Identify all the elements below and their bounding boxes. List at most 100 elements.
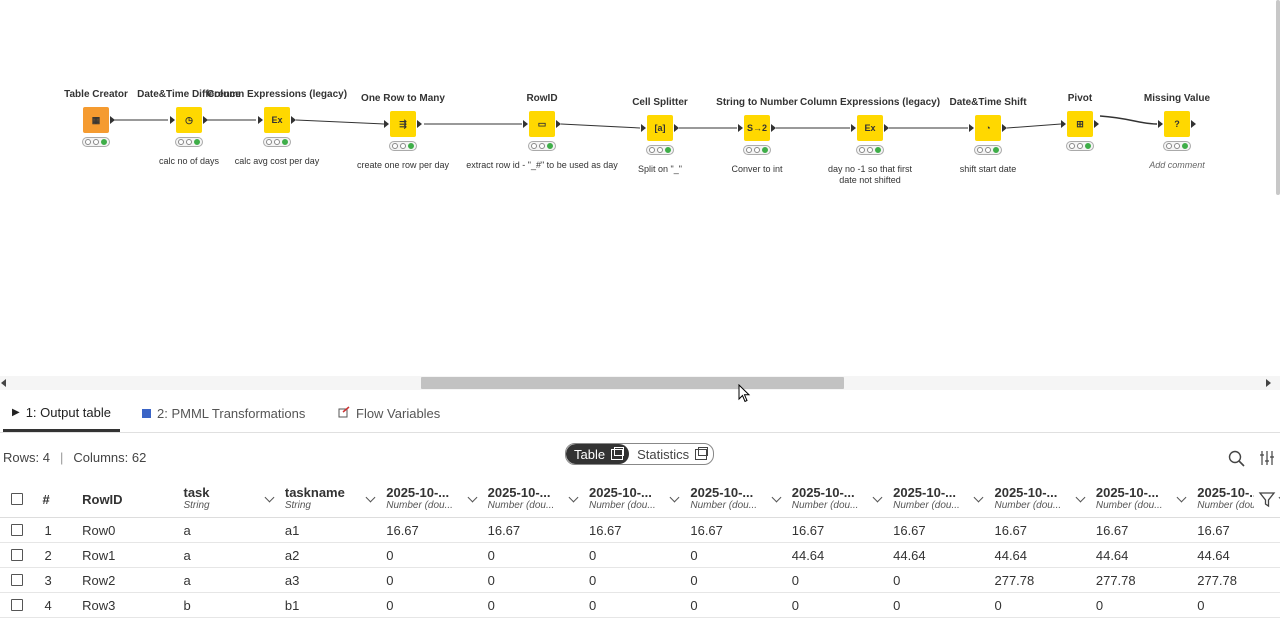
table-view-button[interactable]: Table — [566, 444, 630, 464]
input-port-icon[interactable] — [641, 124, 646, 132]
node-glyph: ◔ — [985, 123, 991, 133]
output-port-icon[interactable] — [1002, 124, 1007, 132]
scroll-right-arrow-icon[interactable] — [1266, 379, 1271, 387]
tab-flow-variables[interactable]: Flow Variables — [338, 396, 440, 431]
rowid-icon[interactable]: ▭ — [523, 111, 561, 137]
workflow-canvas[interactable]: Table Creator ▦ Date&Time Difference ◷ calc … — [0, 0, 1280, 376]
missing-value-icon[interactable]: ? — [1158, 111, 1196, 137]
output-port-icon[interactable] — [110, 116, 115, 124]
node-status-traffic-light — [646, 145, 674, 155]
node-title: One Row to Many — [361, 93, 445, 104]
column-header[interactable]: 2025-10-... Number (dou... — [386, 480, 488, 518]
table-row[interactable]: 2Row1aa2000044.6444.6444.6444.6444.6444.… — [0, 542, 1280, 568]
status-dot — [875, 147, 881, 153]
input-port-icon[interactable] — [969, 124, 974, 132]
column-header[interactable]: taskname String — [284, 480, 387, 518]
node-glyph: S→2 — [746, 123, 767, 133]
table-settings-icon[interactable] — [1259, 450, 1275, 466]
row-checkbox[interactable] — [11, 574, 23, 586]
column-header[interactable]: task String — [183, 480, 285, 518]
table-cell: 0 — [487, 592, 589, 618]
input-port-icon[interactable] — [170, 116, 175, 124]
input-port-icon[interactable] — [1158, 120, 1163, 128]
row-checkbox[interactable] — [11, 549, 23, 561]
input-port-icon[interactable] — [258, 116, 263, 124]
open-window-icon — [611, 446, 625, 460]
clock-icon[interactable]: ◷ — [170, 107, 208, 133]
scroll-left-arrow-icon[interactable] — [1, 379, 6, 387]
column-header[interactable]: 2025-10-... Number (dou... — [588, 480, 691, 518]
output-port-icon[interactable] — [291, 116, 296, 124]
tab-output-table[interactable]: ▶ 1: Output table — [3, 396, 120, 432]
expression-icon[interactable]: Ex — [851, 115, 889, 141]
search-icon[interactable] — [1228, 450, 1246, 468]
node-comment[interactable]: calc avg cost per day — [227, 156, 327, 167]
column-header[interactable]: 2025-10-... Number (dou... — [690, 480, 792, 518]
table-cell: a — [183, 567, 285, 593]
output-port-icon[interactable] — [417, 120, 422, 128]
cell-splitter-icon[interactable]: [a] — [641, 115, 679, 141]
node-comment[interactable]: Conver to int — [707, 164, 807, 175]
input-port-icon[interactable] — [738, 124, 743, 132]
node-comment[interactable]: create one row per day — [353, 160, 453, 171]
output-port-icon[interactable] — [674, 124, 679, 132]
input-port-icon[interactable] — [523, 120, 528, 128]
datetime-shift-icon[interactable]: ◔ — [969, 115, 1007, 141]
column-header[interactable]: 2025-10-... Number (dou... — [487, 480, 589, 518]
column-header[interactable]: # — [32, 480, 83, 518]
output-port-icon[interactable] — [771, 124, 776, 132]
workflow-node[interactable]: One Row to Many ⇶ create one row per day — [333, 92, 473, 171]
pivot-icon[interactable]: ⊞ — [1061, 111, 1099, 137]
column-name: # — [42, 492, 50, 507]
column-header[interactable]: RowID — [82, 480, 184, 518]
status-dot — [1166, 143, 1172, 149]
node-comment[interactable]: day no -1 so that first date not shifted — [820, 164, 920, 186]
output-port-icon[interactable] — [556, 120, 561, 128]
one-row-to-many-icon[interactable]: ⇶ — [384, 111, 422, 137]
node-glyph: Ex — [271, 115, 283, 125]
node-glyph: ▦ — [91, 114, 101, 125]
table-row[interactable]: 1 Row0 a a1 16.67 16.67 16.67 16.67 16.67 16.67 16… — [0, 517, 1280, 543]
table-cell: b1 — [284, 592, 387, 618]
workflow-node[interactable]: Missing Value? Add comment — [1107, 76, 1247, 171]
string-to-number-icon[interactable]: S→2 — [738, 115, 776, 141]
output-tabs: ▶ 1: Output table 2: PMML Transformation… — [0, 396, 1280, 433]
table-row[interactable]: 3Row2aa3000000277.78277.78277.78277.78 — [0, 567, 1280, 593]
status-dot — [1174, 143, 1180, 149]
table-row[interactable]: 4Row3bb10000000000 — [0, 592, 1280, 618]
output-port-icon[interactable] — [884, 124, 889, 132]
horizontal-scrollbar[interactable] — [0, 376, 1280, 390]
table-cell: 0 — [791, 567, 894, 593]
status-dot — [178, 139, 184, 145]
table-cell: 3 — [32, 567, 83, 593]
status-dot — [274, 139, 280, 145]
vertical-scrollbar[interactable] — [1276, 0, 1280, 195]
statistics-view-button[interactable]: Statistics — [629, 444, 713, 464]
node-comment[interactable]: Add comment — [1127, 160, 1227, 171]
node-comment[interactable]: shift start date — [938, 164, 1038, 175]
column-header[interactable]: 2025-10-... Number (dou... — [994, 480, 1096, 518]
input-port-icon[interactable] — [1061, 120, 1066, 128]
input-port-icon[interactable] — [851, 124, 856, 132]
pmml-icon — [142, 409, 151, 418]
table-creator-icon[interactable]: ▦ — [83, 107, 115, 133]
workflow-node[interactable]: Column Expressions (legacy) Ex calc avg co… — [207, 88, 347, 167]
table-cell: 44.64 — [994, 542, 1096, 568]
row-checkbox[interactable] — [11, 599, 23, 611]
row-count: Rows: 4 — [3, 450, 50, 465]
row-checkbox[interactable] — [11, 524, 23, 536]
column-header[interactable]: 2025-10-... Number (dou... — [1095, 480, 1198, 518]
scrollbar-thumb[interactable] — [421, 377, 844, 389]
expression-icon[interactable]: Ex — [258, 107, 296, 133]
tab-pmml-transformations[interactable]: 2: PMML Transformations — [142, 396, 305, 431]
filter-icon[interactable] — [1254, 490, 1276, 508]
select-all-checkbox[interactable] — [11, 493, 23, 505]
node-status-traffic-light — [528, 141, 556, 151]
output-port-icon[interactable] — [1094, 120, 1099, 128]
column-header[interactable]: 2025-10-... Number (dou... — [893, 480, 995, 518]
header-checkbox-cell — [0, 480, 33, 518]
table-view-label: Table — [574, 446, 606, 462]
input-port-icon[interactable] — [384, 120, 389, 128]
output-port-icon[interactable] — [1191, 120, 1196, 128]
column-header[interactable]: 2025-10-... Number (dou... — [791, 480, 894, 518]
